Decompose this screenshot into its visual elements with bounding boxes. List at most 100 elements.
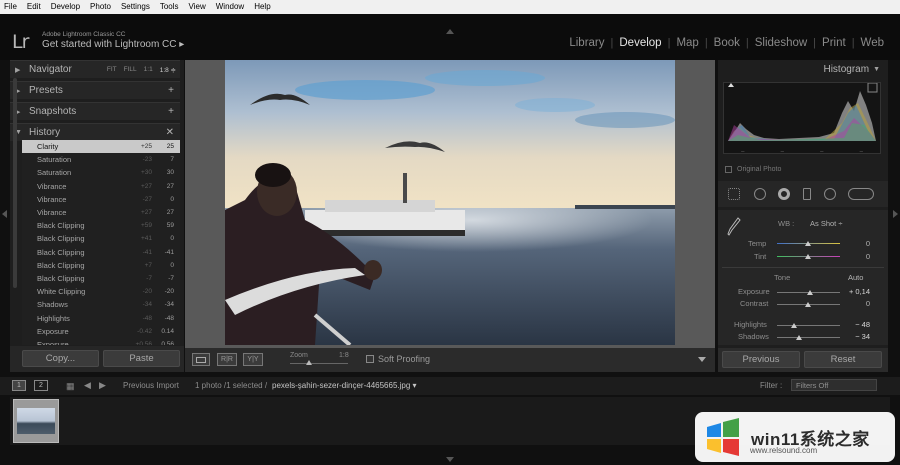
shadows-slider-thumb[interactable] (796, 335, 802, 340)
menu-file[interactable]: File (0, 0, 22, 14)
menu-develop[interactable]: Develop (46, 0, 85, 14)
module-slideshow[interactable]: Slideshow (749, 37, 813, 49)
module-develop[interactable]: Develop (613, 37, 667, 49)
navigator-fit[interactable]: FIT (107, 66, 117, 74)
zoom-slider[interactable] (290, 363, 348, 364)
get-started-link[interactable]: Get started with Lightroom CC ▸ (42, 39, 184, 50)
navigator-zoom-ratio[interactable]: 1:8 ≑ (160, 66, 176, 74)
history-step[interactable]: Clarity +25 25 (22, 140, 180, 154)
bottom-panel-toggle-icon[interactable] (446, 457, 454, 462)
menu-window[interactable]: Window (211, 0, 249, 14)
before-after-lr-button[interactable]: R|R (217, 353, 237, 366)
navigator-1to1[interactable]: 1:1 (144, 66, 153, 74)
module-print[interactable]: Print (816, 37, 852, 49)
auto-tone-button[interactable]: Auto (848, 273, 863, 282)
filmstrip-thumbnail[interactable] (13, 399, 59, 443)
history-step[interactable]: Vibrance +27 27 (22, 180, 180, 193)
shadows-slider[interactable] (777, 337, 840, 338)
red-eye-correction-icon[interactable] (778, 188, 790, 200)
wb-dropdown[interactable]: As Shot ÷ (810, 219, 878, 228)
white-balance-eyedropper-icon[interactable] (726, 216, 742, 238)
contrast-slider-thumb[interactable] (805, 302, 811, 307)
navigator-header[interactable]: ▶ Navigator FIT FILL 1:1 1:8 ≑ (10, 60, 180, 78)
history-step[interactable]: White Clipping -20 -20 (22, 285, 180, 298)
zoom-slider-thumb[interactable] (306, 360, 312, 365)
history-header[interactable]: ▼ History ✕ (10, 123, 180, 141)
module-library[interactable]: Library (563, 37, 610, 49)
menu-edit[interactable]: Edit (22, 0, 46, 14)
navigator-fill[interactable]: FILL (124, 66, 137, 74)
image-canvas[interactable] (185, 60, 715, 348)
history-step[interactable]: Black Clipping -41 -41 (22, 246, 180, 259)
history-step[interactable]: Vibrance +27 27 (22, 206, 180, 219)
menu-view[interactable]: View (184, 0, 211, 14)
menu-help[interactable]: Help (249, 0, 275, 14)
history-step[interactable]: Black Clipping +7 0 (22, 259, 180, 272)
snapshots-header[interactable]: ▶ Snapshots + (10, 102, 180, 120)
history-step-value: 27 (166, 209, 174, 217)
before-after-tb-button[interactable]: Y|Y (243, 353, 263, 366)
source-previous-import[interactable]: Previous Import (123, 381, 179, 390)
copy-button[interactable]: Copy... (22, 350, 99, 367)
history-step[interactable]: Vibrance -27 0 (22, 193, 180, 206)
left-panel-scrollbar[interactable] (13, 78, 17, 288)
tint-slider-thumb[interactable] (805, 254, 811, 259)
soft-proofing-checkbox[interactable] (366, 355, 374, 363)
menu-tools[interactable]: Tools (155, 0, 184, 14)
history-step[interactable]: Shadows -34 -34 (22, 298, 180, 311)
exposure-value: + 0,14 (848, 287, 870, 296)
histogram-header[interactable]: Histogram ▼ (718, 60, 888, 78)
highlights-slider-thumb[interactable] (791, 323, 797, 328)
contrast-value: 0 (865, 299, 870, 308)
presets-header[interactable]: ▶ Presets + (10, 81, 180, 99)
spot-removal-icon[interactable] (754, 188, 766, 200)
tone-label: Tone (774, 273, 791, 282)
shadows-value: − 34 (855, 332, 870, 341)
add-preset-icon[interactable]: + (168, 85, 174, 96)
history-step[interactable]: Black Clipping +59 59 (22, 219, 180, 232)
history-step[interactable]: Saturation +30 30 (22, 166, 180, 179)
grid-view-icon[interactable]: ▦ (66, 381, 75, 392)
menu-photo[interactable]: Photo (85, 0, 116, 14)
module-web[interactable]: Web (855, 37, 890, 49)
history-step[interactable]: Exposure +0.56 0.56 (22, 338, 180, 345)
reset-button[interactable]: Reset (804, 351, 882, 368)
history-step-delta: +41 (140, 235, 152, 243)
go-back-arrow-icon[interactable]: ◀ (84, 380, 91, 391)
history-step[interactable]: Exposure -0.42 0.14 (22, 325, 180, 338)
temp-slider-thumb[interactable] (805, 241, 811, 246)
photo-preview[interactable] (225, 60, 675, 345)
clear-history-icon[interactable]: ✕ (166, 127, 174, 138)
history-step-value: -48 (164, 314, 174, 322)
toolbar-content-dropdown-icon[interactable] (698, 357, 706, 362)
filter-dropdown[interactable]: Filters Off (791, 379, 877, 391)
selected-filename[interactable]: pexels-şahin-sezer-dinçer-4465665.jpg ▾ (272, 381, 417, 390)
original-photo-toggle[interactable]: Original Photo (725, 166, 781, 173)
primary-window-button[interactable]: 1 (12, 380, 26, 391)
add-snapshot-icon[interactable]: + (168, 106, 174, 117)
module-book[interactable]: Book (708, 37, 746, 49)
menu-settings[interactable]: Settings (116, 0, 155, 14)
top-panel-toggle-icon[interactable] (446, 29, 454, 34)
radial-filter-icon[interactable] (824, 188, 836, 200)
history-step[interactable]: Black Clipping +41 0 (22, 232, 180, 245)
history-step[interactable]: Saturation -23 7 (22, 153, 180, 166)
adjustment-brush-icon[interactable] (848, 188, 874, 200)
original-photo-checkbox[interactable] (725, 166, 732, 173)
right-panel-toggle-icon[interactable] (893, 210, 898, 218)
go-forward-arrow-icon[interactable]: ▶ (99, 380, 106, 391)
history-step[interactable]: Highlights -48 -48 (22, 311, 180, 324)
highlights-slider[interactable] (777, 325, 840, 326)
module-map[interactable]: Map (670, 37, 704, 49)
graduated-filter-icon[interactable] (803, 188, 811, 200)
history-step-name: Black Clipping (37, 234, 85, 244)
histogram[interactable] (723, 82, 881, 154)
previous-button[interactable]: Previous (722, 351, 800, 368)
exposure-slider-thumb[interactable] (807, 290, 813, 295)
crop-overlay-icon[interactable] (728, 188, 740, 200)
loupe-view-button[interactable] (192, 353, 210, 366)
paste-button[interactable]: Paste (103, 350, 180, 367)
secondary-window-button[interactable]: 2 (34, 380, 48, 391)
history-step[interactable]: Black Clipping -7 -7 (22, 272, 180, 285)
left-panel-toggle-icon[interactable] (2, 210, 7, 218)
